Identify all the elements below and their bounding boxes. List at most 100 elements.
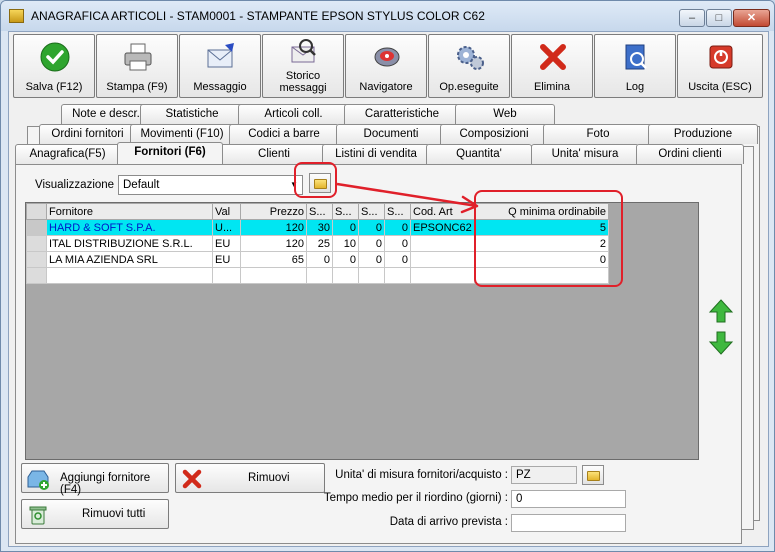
unit-open-button[interactable] (582, 465, 604, 485)
cell-price[interactable] (240, 267, 307, 284)
title-bar[interactable]: ANAGRAFICA ARTICOLI - STAM0001 - STAMPAN… (1, 1, 774, 31)
tab-barcodes[interactable]: Codici a barre (229, 124, 339, 144)
move-up-icon[interactable] (708, 298, 734, 324)
tab-movements[interactable]: Movimenti (F10) (130, 124, 234, 144)
cell-supplier[interactable]: HARD & SOFT S.P.A. (46, 219, 213, 236)
cell-discount-3[interactable]: 0 (358, 251, 385, 268)
row-indicator[interactable] (26, 267, 47, 284)
view-open-button[interactable] (309, 173, 331, 193)
table-row-new[interactable] (26, 267, 609, 284)
print-button[interactable]: Stampa (F9) (96, 34, 178, 98)
tab-customers[interactable]: Clienti (220, 144, 328, 164)
tab-characteristics[interactable]: Caratteristiche (344, 104, 460, 124)
cell-min-order-qty[interactable] (474, 267, 609, 284)
remove-all-button[interactable]: Rimuovi tutti (21, 499, 169, 529)
tab-related-items[interactable]: Articoli coll. (238, 104, 349, 124)
add-supplier-icon (27, 470, 49, 490)
cell-discount-3[interactable]: 0 (358, 219, 385, 236)
row-indicator[interactable] (26, 235, 47, 252)
col-header-discount-3[interactable]: S... (358, 203, 385, 220)
cell-currency[interactable]: U... (212, 219, 241, 236)
cell-supplier[interactable]: ITAL DISTRIBUZIONE S.R.L. (46, 235, 213, 252)
cell-discount-4[interactable]: 0 (384, 235, 411, 252)
message-button[interactable]: Messaggio (179, 34, 261, 98)
cell-discount-1[interactable]: 25 (306, 235, 333, 252)
tab-supplier-orders[interactable]: Ordini fornitori (39, 124, 136, 144)
log-button[interactable]: Log (594, 34, 676, 98)
cell-min-order-qty[interactable]: 5 (474, 219, 609, 236)
col-header-supplier[interactable]: Fornitore (46, 203, 213, 220)
tab-photo[interactable]: Foto (543, 124, 653, 144)
col-header-discount-4[interactable]: S... (384, 203, 411, 220)
cell-discount-1[interactable]: 0 (306, 251, 333, 268)
close-button[interactable]: ✕ (733, 9, 770, 27)
cell-item-code[interactable] (410, 251, 475, 268)
tab-suppliers[interactable]: Fornitori (F6) (117, 142, 223, 164)
delete-button[interactable]: Elimina (511, 34, 593, 98)
cell-item-code[interactable]: EPSONC62 (410, 219, 475, 236)
cell-item-code[interactable] (410, 267, 475, 284)
col-header-discount-1[interactable]: S... (306, 203, 333, 220)
cell-discount-2[interactable]: 0 (332, 251, 359, 268)
save-button[interactable]: Salva (F12) (13, 34, 95, 98)
cell-min-order-qty[interactable]: 2 (474, 235, 609, 252)
cell-currency[interactable]: EU (212, 235, 241, 252)
tab-production[interactable]: Produzione (648, 124, 758, 144)
col-header-price[interactable]: Prezzo (240, 203, 307, 220)
lead-time-field[interactable]: 0 (511, 490, 626, 508)
tab-quantity[interactable]: Quantita' (426, 144, 532, 164)
table-row[interactable]: HARD & SOFT S.P.A. U... 120 30 0 0 0 EPS… (26, 219, 609, 236)
row-indicator[interactable] (26, 251, 47, 268)
remove-button[interactable]: Rimuovi (175, 463, 325, 493)
cell-currency[interactable]: EU (212, 251, 241, 268)
maximize-button[interactable]: □ (706, 9, 732, 27)
cell-price[interactable]: 65 (240, 251, 307, 268)
cell-discount-1[interactable]: 30 (306, 219, 333, 236)
table-row[interactable]: ITAL DISTRIBUZIONE S.R.L. EU 120 25 10 0… (26, 235, 609, 252)
col-header-currency[interactable]: Val (212, 203, 241, 220)
exit-button[interactable]: Uscita (ESC) (677, 34, 763, 98)
cell-supplier[interactable] (46, 267, 213, 284)
message-history-button[interactable]: Storico messaggi (262, 34, 344, 98)
tab-notes[interactable]: Note e descr. (61, 104, 151, 124)
col-header-min-order-qty[interactable]: Q minima ordinabile (474, 203, 609, 220)
add-supplier-button[interactable]: Aggiungi fornitore (F4) (21, 463, 169, 496)
navigator-button[interactable]: Navigatore (345, 34, 427, 98)
col-header-discount-2[interactable]: S... (332, 203, 359, 220)
cell-price[interactable]: 120 (240, 219, 307, 236)
cell-discount-2[interactable]: 10 (332, 235, 359, 252)
cell-price[interactable]: 120 (240, 235, 307, 252)
tab-price-lists[interactable]: Listini di vendita (322, 144, 430, 164)
cell-supplier[interactable]: LA MIA AZIENDA SRL (46, 251, 213, 268)
tab-registry[interactable]: Anagrafica(F5) (15, 144, 120, 164)
col-header-item-code[interactable]: Cod. Art (410, 203, 475, 220)
cell-discount-1[interactable] (306, 267, 333, 284)
cell-discount-3[interactable] (358, 267, 385, 284)
arrival-date-field[interactable] (511, 514, 626, 532)
tab-documents[interactable]: Documenti (336, 124, 446, 144)
executed-operations-button[interactable]: Op.eseguite (428, 34, 510, 98)
suppliers-grid[interactable]: Fornitore Val Prezzo S... S... S... S...… (25, 202, 699, 460)
table-row[interactable]: LA MIA AZIENDA SRL EU 65 0 0 0 0 0 (26, 251, 609, 268)
cell-currency[interactable] (212, 267, 241, 284)
tab-units[interactable]: Unita' misura (531, 144, 639, 164)
cell-discount-4[interactable]: 0 (384, 219, 411, 236)
cell-discount-2[interactable]: 0 (332, 219, 359, 236)
tab-customer-orders[interactable]: Ordini clienti (636, 144, 744, 164)
cell-min-order-qty[interactable]: 0 (474, 251, 609, 268)
tab-web[interactable]: Web (455, 104, 555, 124)
cell-discount-3[interactable]: 0 (358, 235, 385, 252)
tab-compositions[interactable]: Composizioni (440, 124, 548, 144)
unit-field[interactable]: PZ (511, 466, 577, 484)
view-select[interactable]: Default ▼ (118, 175, 303, 195)
move-down-icon[interactable] (708, 330, 734, 356)
lead-time-label: Tempo medio per il riordino (giorni) : (323, 492, 508, 504)
cell-discount-2[interactable] (332, 267, 359, 284)
cell-discount-4[interactable] (384, 267, 411, 284)
tab-statistics[interactable]: Statistiche (140, 104, 244, 124)
minimize-button[interactable]: – (679, 9, 705, 27)
row-indicator[interactable] (26, 219, 47, 236)
cell-discount-4[interactable]: 0 (384, 251, 411, 268)
cell-item-code[interactable] (410, 235, 475, 252)
chevron-down-icon[interactable]: ▼ (288, 178, 300, 192)
